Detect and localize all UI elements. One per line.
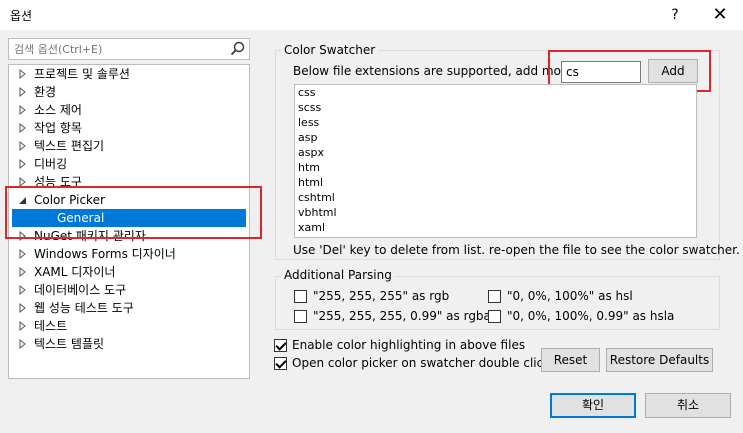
tree-item-label: 텍스트 템플릿 xyxy=(34,337,105,351)
tree-item-label: NuGet 패키지 관리자 xyxy=(34,229,146,243)
collapsed-arrow-icon[interactable] xyxy=(18,227,28,245)
rgba-checkbox[interactable] xyxy=(294,310,307,323)
open-picker-label: Open color picker on swatcher double cli… xyxy=(292,356,551,370)
tree-item-label: 환경 xyxy=(34,85,57,99)
collapsed-arrow-icon[interactable] xyxy=(18,119,28,137)
restore-defaults-button[interactable]: Restore Defaults xyxy=(606,348,713,372)
tree-item-general[interactable]: General xyxy=(12,209,246,227)
collapsed-arrow-icon[interactable] xyxy=(18,281,28,299)
add-button[interactable]: Add xyxy=(648,59,698,83)
extensions-list[interactable]: css scss less asp aspx htm html cshtml vbhtml xam… xyxy=(294,84,697,238)
options-tree: 프로젝트 및 솔루션환경소스 제어작업 항목텍스트 편집기디버깅성능 도구 Col… xyxy=(8,64,250,379)
collapsed-arrow-icon[interactable] xyxy=(18,173,28,191)
rgb-label: "255, 255, 255" as rgb xyxy=(313,289,450,303)
extension-list-item[interactable]: css xyxy=(295,85,696,100)
collapsed-arrow-icon[interactable] xyxy=(18,155,28,173)
tree-item-label: 웹 성능 테스트 도구 xyxy=(34,301,134,315)
collapsed-arrow-icon[interactable] xyxy=(18,245,28,263)
tree-item[interactable]: 데이터베이스 도구 xyxy=(9,281,249,299)
tree-item[interactable]: 소스 제어 xyxy=(9,101,249,119)
tree-item-label: 프로젝트 및 솔루션 xyxy=(34,67,130,81)
enable-highlighting-checkbox[interactable] xyxy=(274,339,287,352)
tree-item-label: XAML 디자이너 xyxy=(34,265,116,279)
hsl-checkbox[interactable] xyxy=(488,290,501,303)
extension-list-item[interactable]: less xyxy=(295,115,696,130)
options-dialog: 옵션 ? ✕ 프로젝트 및 솔루션환경소스 제어작업 항목텍스트 편집기디버깅성… xyxy=(0,0,743,433)
extension-list-item[interactable]: html xyxy=(295,175,696,190)
tree-item[interactable]: Windows Forms 디자이너 xyxy=(9,245,249,263)
tree-item-label: 테스트 xyxy=(34,319,68,333)
tree-item-label: Color Picker xyxy=(34,193,105,207)
extension-list-item[interactable]: vbhtml xyxy=(295,205,696,220)
tree-item[interactable]: 성능 도구 xyxy=(9,173,249,191)
tree-item[interactable]: 작업 항목 xyxy=(9,119,249,137)
search-box[interactable] xyxy=(8,38,250,60)
extension-list-item[interactable]: scss xyxy=(295,100,696,115)
tree-item[interactable]: Color Picker xyxy=(9,191,249,209)
extension-list-item[interactable]: asp xyxy=(295,130,696,145)
search-icon[interactable] xyxy=(229,40,247,58)
tree-item[interactable]: 테스트 xyxy=(9,317,249,335)
tree-item[interactable]: 웹 성능 테스트 도구 xyxy=(9,299,249,317)
additional-parsing-title: Additional Parsing xyxy=(281,268,395,282)
tree-item[interactable]: 환경 xyxy=(9,83,249,101)
extension-list-item[interactable]: aspx xyxy=(295,145,696,160)
tree-item-label: General xyxy=(57,211,105,225)
hsla-label: "0, 0%, 100%, 0.99" as hsla xyxy=(507,309,675,323)
reset-button[interactable]: Reset xyxy=(541,348,600,372)
rgb-checkbox[interactable] xyxy=(294,290,307,303)
extension-list-item[interactable]: xaml xyxy=(295,220,696,235)
enable-highlighting-label: Enable color highlighting in above files xyxy=(292,338,526,352)
tree-item-label: Windows Forms 디자이너 xyxy=(34,247,176,261)
extensions-hint: Use 'Del' key to delete from list. re-op… xyxy=(293,243,740,257)
extension-list-item[interactable]: cshtml xyxy=(295,190,696,205)
tree-item[interactable]: 프로젝트 및 솔루션 xyxy=(9,65,249,83)
title-bar: 옵션 ? ✕ xyxy=(0,0,743,30)
rgba-label: "255, 255, 255, 0.99" as rgba xyxy=(313,309,491,323)
collapsed-arrow-icon[interactable] xyxy=(18,263,28,281)
color-swatcher-title: Color Swatcher xyxy=(281,43,379,57)
tree-item[interactable]: 디버깅 xyxy=(9,155,249,173)
collapsed-arrow-icon[interactable] xyxy=(18,101,28,119)
open-picker-checkbox[interactable] xyxy=(274,357,287,370)
collapsed-arrow-icon[interactable] xyxy=(18,65,28,83)
tree-item[interactable]: 텍스트 템플릿 xyxy=(9,335,249,353)
help-button[interactable]: ? xyxy=(655,2,695,28)
collapsed-arrow-icon[interactable] xyxy=(18,137,28,155)
hsl-label: "0, 0%, 100%" as hsl xyxy=(507,289,633,303)
collapsed-arrow-icon[interactable] xyxy=(18,299,28,317)
search-input[interactable] xyxy=(12,41,222,57)
hsla-checkbox[interactable] xyxy=(488,310,501,323)
tree-item-label: 성능 도구 xyxy=(34,175,82,189)
tree-item-label: 텍스트 편집기 xyxy=(34,139,105,153)
expanded-arrow-icon[interactable] xyxy=(18,191,28,209)
cancel-button[interactable]: 취소 xyxy=(645,393,731,418)
collapsed-arrow-icon[interactable] xyxy=(18,317,28,335)
tree-item[interactable]: NuGet 패키지 관리자 xyxy=(9,227,249,245)
collapsed-arrow-icon[interactable] xyxy=(18,335,28,353)
window-title: 옵션 xyxy=(10,9,33,23)
tree-item-label: 데이터베이스 도구 xyxy=(34,283,127,297)
ok-button[interactable]: 확인 xyxy=(550,393,636,418)
tree-item-label: 소스 제어 xyxy=(34,103,82,117)
tree-item-label: 디버깅 xyxy=(34,157,68,171)
collapsed-arrow-icon[interactable] xyxy=(18,83,28,101)
close-button[interactable]: ✕ xyxy=(700,2,740,28)
tree-item-label: 작업 항목 xyxy=(34,121,82,135)
tree-item[interactable]: XAML 디자이너 xyxy=(9,263,249,281)
tree-item[interactable]: 텍스트 편집기 xyxy=(9,137,249,155)
extensions-description: Below file extensions are supported, add… xyxy=(293,64,573,78)
extension-list-item[interactable]: htm xyxy=(295,160,696,175)
extension-input[interactable] xyxy=(561,61,641,83)
